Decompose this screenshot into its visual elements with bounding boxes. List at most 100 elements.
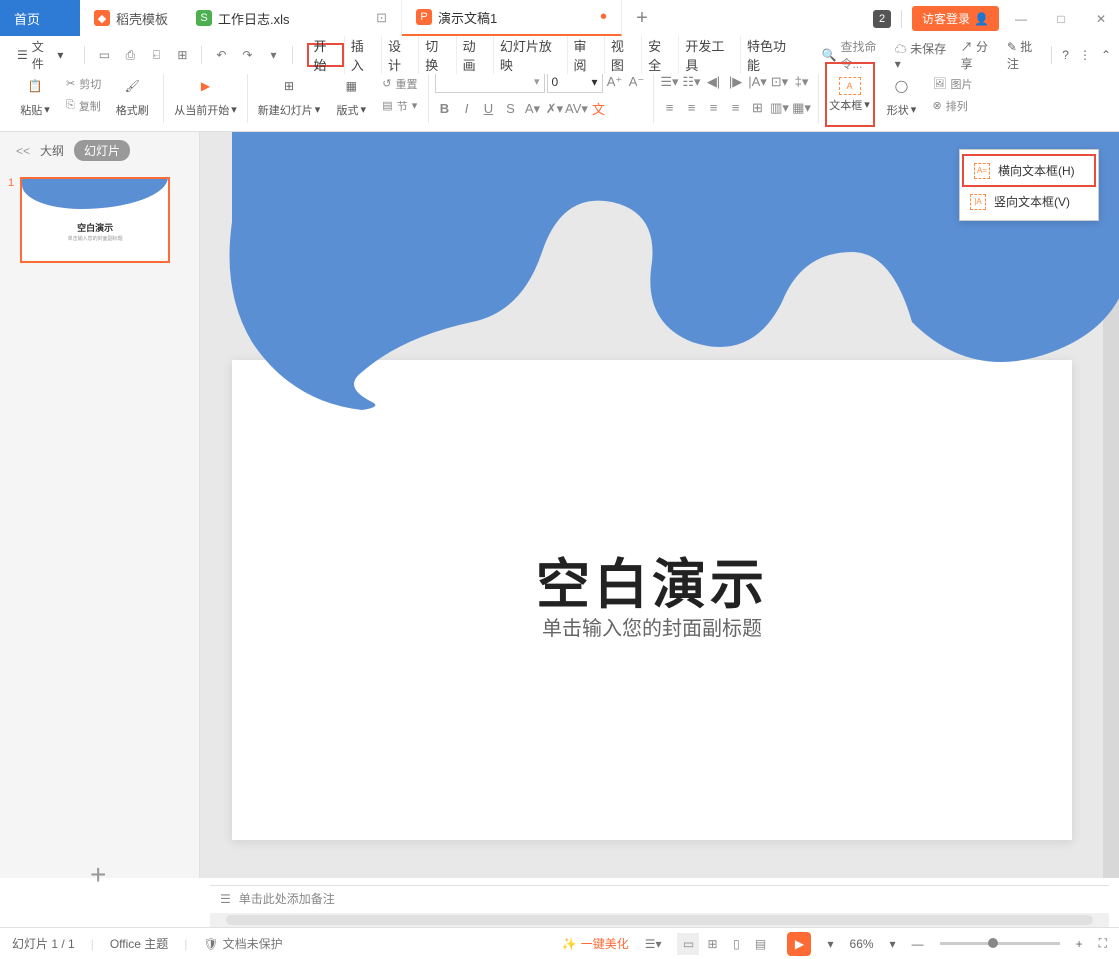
template-icon: ◆ <box>94 10 110 26</box>
convert-button[interactable]: ▦▾ <box>792 98 812 118</box>
section-button[interactable]: ▤节▾ <box>378 96 421 116</box>
slideshow-button[interactable]: ▶ <box>787 932 811 956</box>
notes-bar[interactable]: ☰ 单击此处添加备注 <box>210 885 1109 911</box>
zoom-out-button[interactable]: — <box>912 937 924 951</box>
tab-home[interactable]: 首页 <box>0 0 80 36</box>
slide-title[interactable]: 空白演示 <box>232 540 1072 619</box>
strikethrough-button[interactable]: S <box>501 99 521 119</box>
beautify-button[interactable]: ✨ 一键美化 <box>562 935 629 952</box>
grow-font-icon[interactable]: A⁺ <box>605 72 625 92</box>
spacing-button[interactable]: AV▾ <box>567 99 587 119</box>
play-dropdown[interactable]: ▾ <box>827 937 833 951</box>
maximize-button[interactable]: □ <box>1043 7 1079 31</box>
menu-tab-transition[interactable]: 切换 <box>418 36 455 74</box>
distribute-button[interactable]: ⊞ <box>748 98 768 118</box>
text-direction-button[interactable]: |A▾ <box>748 72 768 92</box>
textbox-group[interactable]: A 文本框▾ <box>825 62 875 127</box>
sorter-view-button[interactable]: ⊞ <box>701 933 723 955</box>
tab-doc1-label: 工作日志.xls <box>218 9 290 28</box>
annotate-button[interactable]: ✎ 批注 <box>1007 38 1041 72</box>
copy-button[interactable]: ⎘复制 <box>62 96 105 116</box>
share-button[interactable]: ↗ 分享 <box>961 38 997 72</box>
tab-add[interactable]: + <box>622 0 662 36</box>
tab-doc-ppt[interactable]: P 演示文稿1 • <box>402 0 622 36</box>
menu-tab-dev[interactable]: 开发工具 <box>678 36 740 74</box>
close-icon[interactable]: ⊡ <box>366 10 387 26</box>
search-icon: 🔍 <box>821 48 836 62</box>
horizontal-textbox-item[interactable]: A= 横向文本框(H) <box>962 154 1096 187</box>
shrink-font-icon[interactable]: A⁻ <box>627 72 647 92</box>
columns-button[interactable]: ▥▾ <box>770 98 790 118</box>
collapse-panel-button[interactable]: << <box>16 144 30 158</box>
picture-icon: 🖼 <box>933 77 947 90</box>
menu-tab-animation[interactable]: 动画 <box>456 36 493 74</box>
align-center-button[interactable]: ≡ <box>682 98 702 118</box>
notification-badge[interactable]: 2 <box>873 10 891 28</box>
textbox-dropdown: A= 横向文本框(H) |A 竖向文本框(V) <box>959 149 1099 221</box>
zoom-slider[interactable] <box>940 942 1060 945</box>
bold-button[interactable]: B <box>435 99 455 119</box>
protect-button[interactable]: 🛡 文档未保护 <box>203 935 282 952</box>
zoom-level[interactable]: 66% <box>850 937 874 951</box>
font-color-button[interactable]: A▾ <box>523 99 543 119</box>
comment-icon: ✎ <box>1007 40 1017 54</box>
more-button[interactable]: ⋮ <box>1079 48 1091 62</box>
tab-doc2-label: 演示文稿1 <box>438 8 497 27</box>
new-slide-group[interactable]: ⊞ 新建幻灯片▾ <box>254 62 325 127</box>
close-button[interactable]: ✕ <box>1083 7 1119 31</box>
reading-view-button[interactable]: ▯ <box>725 933 747 955</box>
page-indicator: 幻灯片 1 / 1 <box>12 935 75 952</box>
help-button[interactable]: ? <box>1062 48 1069 62</box>
tab-template[interactable]: ◆ 稻壳模板 <box>80 0 182 36</box>
login-button[interactable]: 访客登录 👤 <box>912 6 999 31</box>
italic-button[interactable]: I <box>457 99 477 119</box>
slide-thumbnail-1[interactable]: 空白演示 单击输入您的封面副标题 <box>20 177 170 263</box>
menu-tab-special[interactable]: 特色功能 <box>740 36 802 74</box>
horizontal-scrollbar[interactable] <box>210 913 1109 927</box>
align-right-button[interactable]: ≡ <box>704 98 724 118</box>
reset-button[interactable]: ↺重置 <box>378 74 421 94</box>
notes-view-button[interactable]: ▤ <box>749 933 771 955</box>
from-start-group[interactable]: ▶ 从当前开始▾ <box>170 62 241 127</box>
outline-tab[interactable]: 大纲 <box>40 142 64 159</box>
add-slide-button[interactable]: + <box>90 859 106 891</box>
thumb-shape <box>22 177 168 209</box>
tab-doc-xls[interactable]: S 工作日志.xls ⊡ <box>182 0 402 36</box>
new-slide-icon: ⊞ <box>275 72 303 100</box>
menu-tab-slideshow[interactable]: 幻灯片放映 <box>493 36 567 74</box>
notes-placeholder: 单击此处添加备注 <box>239 890 335 907</box>
indent-left-button[interactable]: ◀| <box>704 72 724 92</box>
menu-tab-security[interactable]: 安全 <box>641 36 678 74</box>
highlight-button[interactable]: ✗▾ <box>545 99 565 119</box>
picture-button[interactable]: 🖼图片 <box>929 74 977 94</box>
clipboard-icon: 📋 <box>21 72 49 100</box>
theme-indicator[interactable]: Office 主题 <box>110 935 168 952</box>
options-icon[interactable]: ☰▾ <box>645 937 662 951</box>
menu-tab-review[interactable]: 审阅 <box>567 36 604 74</box>
shape-group[interactable]: ◯ 形状▾ <box>877 62 927 127</box>
indent-right-button[interactable]: |▶ <box>726 72 746 92</box>
format-painter-group[interactable]: 🖌 格式刷 <box>107 62 157 127</box>
arrange-button[interactable]: ⊗排列 <box>929 96 977 116</box>
normal-view-button[interactable]: ▭ <box>677 933 699 955</box>
slides-tab[interactable]: 幻灯片 <box>74 140 130 161</box>
numbering-button[interactable]: ☷▾ <box>682 72 702 92</box>
menu-tab-design[interactable]: 设计 <box>381 36 418 74</box>
paste-group[interactable]: 📋 粘贴▾ <box>10 62 60 127</box>
align-left-button[interactable]: ≡ <box>660 98 680 118</box>
slide-subtitle[interactable]: 单击输入您的封面副标题 <box>232 612 1072 641</box>
layout-group[interactable]: ▦ 版式▾ <box>326 62 376 127</box>
collapse-ribbon-button[interactable]: ⌃ <box>1101 48 1111 62</box>
align-text-button[interactable]: ⊡▾ <box>770 72 790 92</box>
fit-button[interactable]: ⛶ <box>1099 936 1107 951</box>
line-spacing-button[interactable]: ‡▾ <box>792 72 812 92</box>
menu-tab-view[interactable]: 视图 <box>604 36 641 74</box>
bullets-button[interactable]: ☰▾ <box>660 72 680 92</box>
underline-button[interactable]: U <box>479 99 499 119</box>
notes-icon: ☰ <box>220 892 231 906</box>
vertical-textbox-item[interactable]: |A 竖向文本框(V) <box>960 187 1098 216</box>
wen-button[interactable]: 文 <box>589 99 609 119</box>
minimize-button[interactable]: — <box>1003 7 1039 31</box>
zoom-in-button[interactable]: + <box>1076 937 1083 951</box>
align-justify-button[interactable]: ≡ <box>726 98 746 118</box>
